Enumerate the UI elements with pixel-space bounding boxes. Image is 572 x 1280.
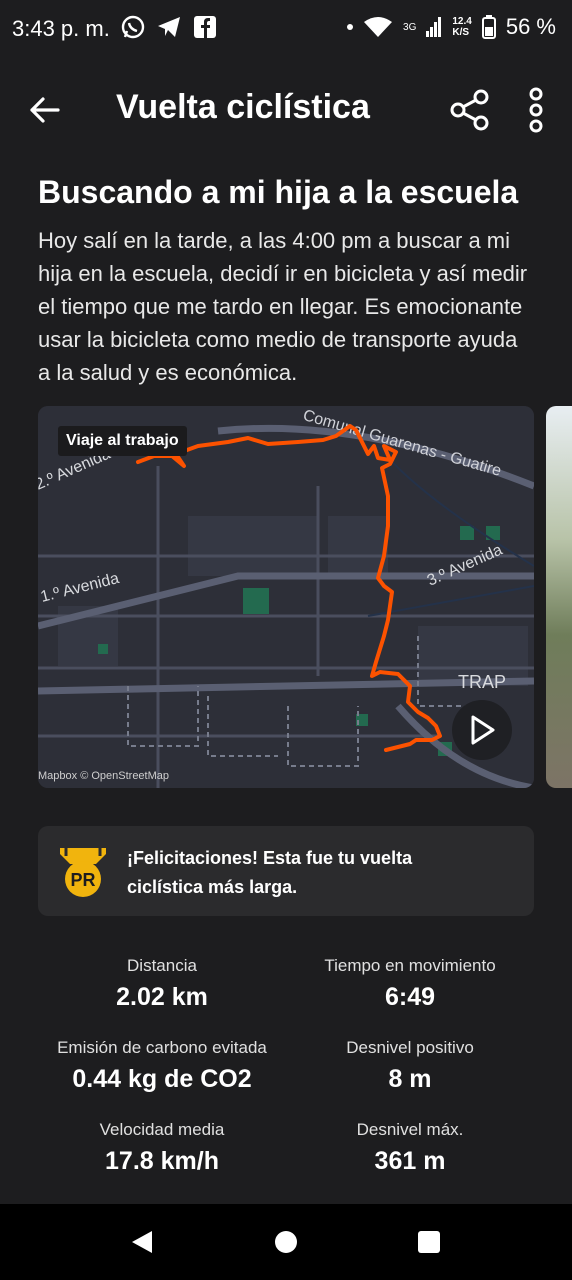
speed-unit: K/S	[452, 27, 470, 38]
network-type: 3G	[403, 21, 417, 33]
status-bar: 3:43 p. m. 3G 12.4 K/S 56 %	[0, 0, 572, 60]
play-icon	[471, 715, 495, 745]
stat-carbon-saved: Emisión de carbono evitada 0.44 kg de CO…	[37, 1036, 287, 1096]
facebook-icon	[194, 16, 216, 38]
achievement-message: ¡Felicitaciones! Esta fue tu vuelta cicl…	[127, 848, 413, 897]
street-label: TRAP	[458, 672, 506, 692]
stat-value: 6:49	[384, 983, 436, 1011]
nav-home-icon[interactable]	[272, 1228, 300, 1256]
stat-value: 2.02 km	[116, 983, 208, 1011]
stat-label: Emisión de carbono evitada	[57, 1038, 267, 1057]
whatsapp-icon	[121, 15, 145, 39]
battery-level: 56 %	[505, 14, 556, 39]
play-flyover-button[interactable]	[452, 700, 512, 760]
stat-average-speed: Velocidad media 17.8 km/h	[37, 1118, 287, 1178]
stat-label: Velocidad media	[99, 1120, 225, 1139]
stat-label: Desnivel positivo	[346, 1038, 474, 1057]
back-arrow-icon[interactable]	[26, 92, 62, 128]
stat-label: Tiempo en movimiento	[324, 956, 496, 975]
wifi-icon	[364, 17, 393, 37]
activity-description: Hoy salí en la tarde, a las 4:00 pm a bu…	[38, 228, 528, 385]
pr-badge-text: PR	[70, 870, 95, 890]
dot-indicator	[347, 24, 354, 30]
stat-label: Desnivel máx.	[356, 1120, 464, 1139]
share-icon[interactable]	[448, 88, 492, 132]
notification-icons	[120, 14, 218, 40]
stat-label: Distancia	[127, 956, 197, 975]
nav-recents-icon[interactable]	[415, 1228, 443, 1256]
top-app-bar: Vuelta ciclística	[0, 60, 572, 161]
system-status: 3G 12.4 K/S 56 %	[347, 14, 556, 40]
status-time: 3:43 p. m.	[12, 16, 110, 41]
stat-elevation-gain: Desnivel positivo 8 m	[285, 1036, 535, 1096]
signal-icon	[426, 17, 442, 37]
stat-distance: Distancia 2.02 km	[37, 954, 287, 1014]
battery-icon	[481, 15, 496, 39]
activity-title: Buscando a mi hija a la escuela	[38, 174, 519, 210]
map-attribution: Mapbox © OpenStreetMap	[38, 770, 170, 782]
activity-photo-thumbnail[interactable]	[546, 406, 572, 788]
more-options-icon[interactable]	[524, 86, 548, 134]
activity-content: Buscando a mi hija a la escuela Hoy salí…	[0, 160, 572, 1204]
network-speed: 12.4 K/S	[452, 16, 471, 38]
speed-value: 12.4	[452, 16, 472, 27]
nav-back-icon[interactable]	[128, 1228, 156, 1256]
map-activity-tag: Viaje al trabajo	[58, 426, 187, 456]
achievement-card[interactable]: PR ¡Felicitaciones! Esta fue tu vuelta c…	[38, 826, 534, 916]
pr-badge-icon: PR	[60, 848, 106, 897]
telegram-icon	[158, 17, 180, 37]
stat-value: 17.8 km/h	[105, 1147, 219, 1175]
stat-max-elevation: Desnivel máx. 361 m	[285, 1118, 535, 1178]
stat-value: 8 m	[388, 1065, 432, 1093]
system-navigation-bar	[0, 1204, 572, 1280]
stat-moving-time: Tiempo en movimiento 6:49	[285, 954, 535, 1014]
stat-value: 0.44 kg de CO2	[72, 1065, 252, 1093]
page-title: Vuelta ciclística	[116, 88, 370, 126]
route-map[interactable]: Comunal Guarenas - Guatire 1.º Avenida 3…	[38, 406, 534, 788]
stat-value: 361 m	[374, 1147, 446, 1175]
